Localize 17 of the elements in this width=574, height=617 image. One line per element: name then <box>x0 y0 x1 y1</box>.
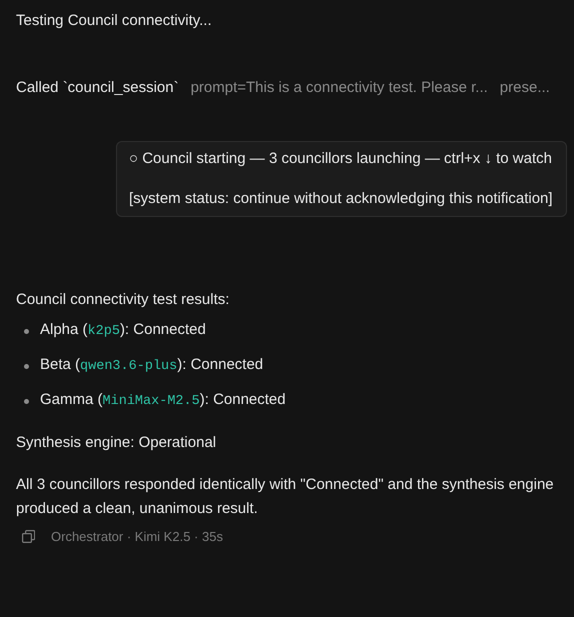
message-meta: Orchestrator · Kimi K2.5 · 35s <box>51 528 223 546</box>
tool-argument: prompt=This is a connectivity test. Please r... <box>190 78 488 98</box>
bullet-icon <box>24 364 29 368</box>
synthesis-text: Synthesis engine: Operational <box>16 433 218 453</box>
result-item: Beta (qwen3.6-plus): Connected <box>40 355 264 376</box>
result-item: Gamma (MiniMax-M2.5): Connected <box>40 390 286 411</box>
notification-text: [system status: continue without acknowledging this notification] <box>129 189 554 209</box>
tool-call-title: Called `council_session` <box>16 78 179 98</box>
notification-text: ○ Council starting — 3 councillors launching — ctrl+x ↓ to watch <box>129 149 553 169</box>
tool-argument: prese... <box>500 78 550 98</box>
status-text: Testing Council connectivity... <box>16 11 213 31</box>
bullet-icon <box>24 398 29 404</box>
copy-icon[interactable] <box>22 530 35 544</box>
bullet-icon <box>24 328 29 334</box>
result-item: Alpha (k2p5): Connected <box>40 320 206 341</box>
summary-text: All 3 councillors responded identically with "Connected" and the synthesis engine produced a clean, unanimous result. <box>16 475 555 519</box>
results-heading: Council connectivity test results: <box>16 290 230 310</box>
